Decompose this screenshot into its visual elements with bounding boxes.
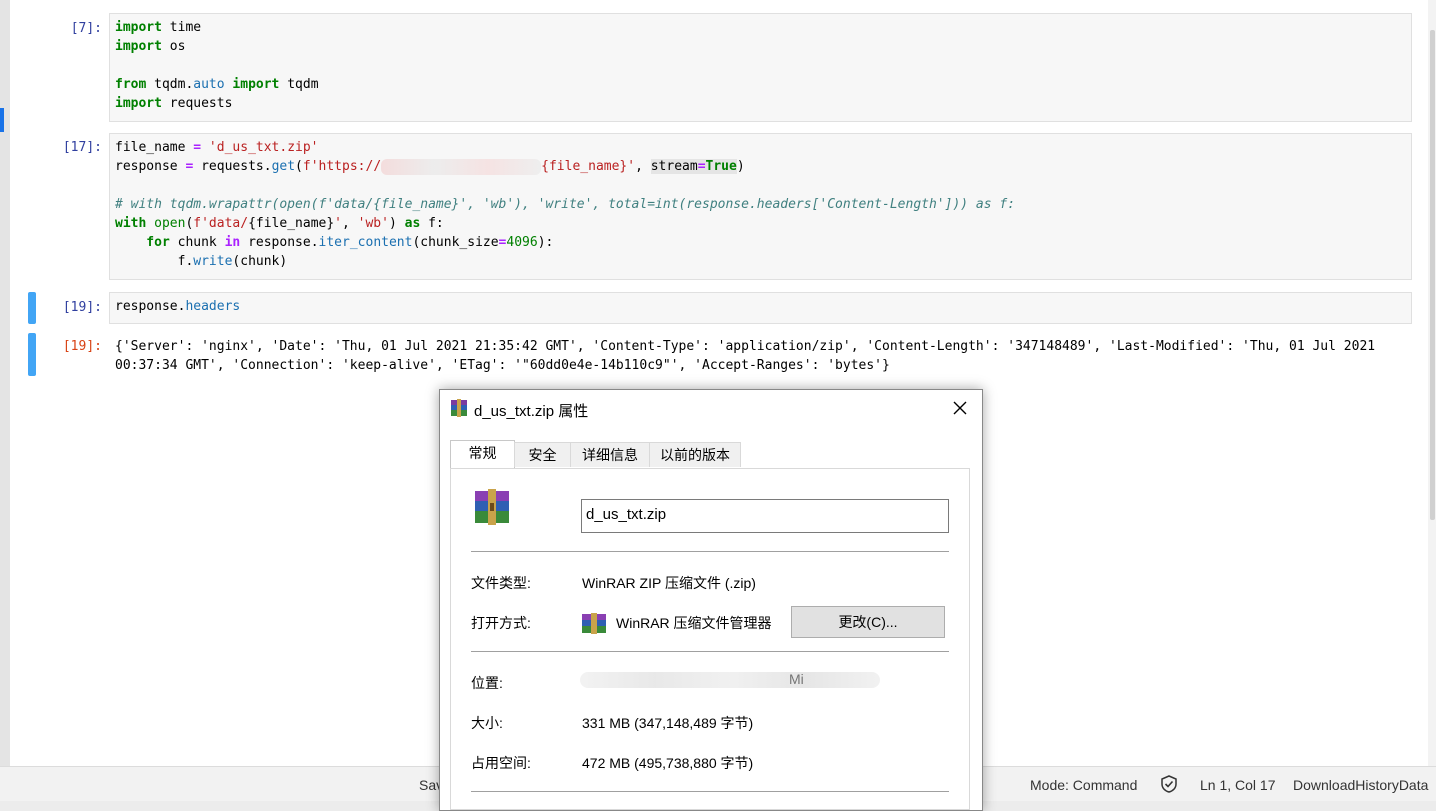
- token: {file_name}: [248, 216, 335, 231]
- cell-2-input[interactable]: file_name = 'd_us_txt.zip' response = re…: [109, 133, 1412, 280]
- winrar-app-icon: [582, 613, 606, 634]
- token: in: [224, 235, 241, 250]
- cell-2-code: file_name = 'd_us_txt.zip' response = re…: [115, 138, 1406, 271]
- general-tab-panel: d_us_txt.zip 文件类型: WinRAR ZIP 压缩文件 (.zip…: [450, 468, 970, 810]
- token: {file_name}: [541, 159, 628, 174]
- tab-previous-versions[interactable]: 以前的版本: [649, 442, 741, 467]
- token: ,: [635, 159, 651, 174]
- output-line-2: 00:37:34 GMT', 'Connection': 'keep-alive…: [115, 358, 890, 373]
- token: True: [705, 159, 737, 174]
- token: from: [115, 77, 147, 92]
- shield-check-icon[interactable]: [1160, 775, 1178, 793]
- token: time: [161, 20, 202, 35]
- open-with-label: 打开方式:: [471, 615, 531, 631]
- token: f'https://: [302, 159, 382, 174]
- open-with-value: WinRAR 压缩文件管理器: [616, 615, 772, 631]
- token: for: [115, 235, 170, 250]
- cell-1-prompt: [7]:: [70, 21, 102, 36]
- token: ): [736, 159, 745, 174]
- token: auto: [193, 77, 225, 92]
- token: response.: [240, 235, 319, 250]
- cell-3-prompt: [19]:: [62, 300, 102, 315]
- cell-2-prompt: [17]:: [62, 140, 102, 155]
- token: requests.: [193, 159, 272, 174]
- token: # with tqdm.wrapattr(open(f'data/{file_n…: [115, 197, 1016, 212]
- token: import: [115, 39, 162, 54]
- divider: [471, 651, 949, 652]
- size-value: 331 MB (347,148,489 字节): [582, 715, 754, 731]
- cell-1-input[interactable]: import time import os from tqdm.auto imp…: [109, 13, 1412, 122]
- token: response.: [115, 299, 186, 314]
- token: stream: [650, 159, 698, 174]
- redacted-location: [580, 672, 880, 688]
- token: f'data/: [193, 216, 249, 231]
- token: ': [334, 216, 342, 231]
- token: 4096: [506, 235, 538, 250]
- location-label: 位置:: [471, 675, 503, 691]
- token: =: [697, 159, 706, 174]
- status-mode[interactable]: Mode: Command: [1030, 777, 1137, 793]
- token: write: [193, 254, 233, 269]
- token: requests: [161, 96, 233, 111]
- tab-details[interactable]: 详细信息: [570, 442, 650, 467]
- status-cursor-position[interactable]: Ln 1, Col 17: [1200, 777, 1276, 793]
- token: ):: [537, 235, 554, 250]
- size-label: 大小:: [471, 715, 503, 731]
- tab-security[interactable]: 安全: [514, 442, 571, 467]
- winrar-icon: [451, 399, 467, 417]
- token: os: [161, 39, 186, 54]
- output-line-1: {'Server': 'nginx', 'Date': 'Thu, 01 Jul…: [115, 339, 1376, 354]
- token: ,: [342, 216, 358, 231]
- token: 'wb': [357, 216, 389, 231]
- file-type-value: WinRAR ZIP 压缩文件 (.zip): [582, 575, 756, 591]
- token: tqdm.: [146, 77, 194, 92]
- token: (chunk_size: [412, 235, 499, 250]
- divider: [471, 791, 949, 792]
- dialog-title: d_us_txt.zip 属性: [474, 403, 589, 420]
- disk-size-label: 占用空间:: [471, 755, 531, 771]
- token: =: [193, 140, 202, 155]
- token: ': [627, 159, 636, 174]
- winrar-archive-icon: [475, 489, 509, 525]
- token: as: [396, 216, 421, 231]
- token: iter_content: [318, 235, 413, 250]
- token: chunk: [169, 235, 225, 250]
- cell-3-code: response.headers: [115, 297, 1406, 316]
- file-type-label: 文件类型:: [471, 575, 531, 591]
- token: get: [271, 159, 296, 174]
- close-icon[interactable]: [948, 396, 972, 420]
- token: import: [224, 77, 280, 92]
- tab-general[interactable]: 常规: [450, 440, 515, 469]
- token: response: [115, 159, 186, 174]
- token: tqdm: [279, 77, 319, 92]
- token: f.: [115, 254, 194, 269]
- token: (chunk): [232, 254, 288, 269]
- token: f:: [420, 216, 444, 231]
- token: import: [115, 96, 162, 111]
- properties-dialog[interactable]: d_us_txt.zip 属性 常规 安全 详细信息 以前的版本 d_us_tx…: [439, 389, 983, 811]
- divider: [471, 551, 949, 552]
- cell-1-code: import time import os from tqdm.auto imp…: [115, 18, 1406, 113]
- token: with: [115, 216, 147, 231]
- location-value: Mi: [789, 671, 804, 687]
- change-button[interactable]: 更改(C)...: [791, 606, 945, 638]
- token: (: [295, 159, 303, 174]
- redacted-url: [381, 158, 542, 175]
- filename-field[interactable]: d_us_txt.zip: [581, 499, 949, 533]
- left-panel-marker: [0, 108, 4, 132]
- cell-3-input[interactable]: response.headers: [109, 292, 1412, 324]
- token: import: [115, 20, 162, 35]
- disk-size-value: 472 MB (495,738,880 字节): [582, 755, 754, 771]
- token: file_name: [115, 140, 194, 155]
- token: open: [146, 216, 186, 231]
- token: ): [388, 216, 397, 231]
- cell-3-output-prompt: [19]:: [62, 339, 102, 354]
- token: headers: [185, 299, 241, 314]
- token: 'd_us_txt.zip': [201, 140, 319, 155]
- scrollbar-thumb[interactable]: [1430, 30, 1435, 520]
- status-file-name[interactable]: DownloadHistoryData: [1293, 777, 1428, 793]
